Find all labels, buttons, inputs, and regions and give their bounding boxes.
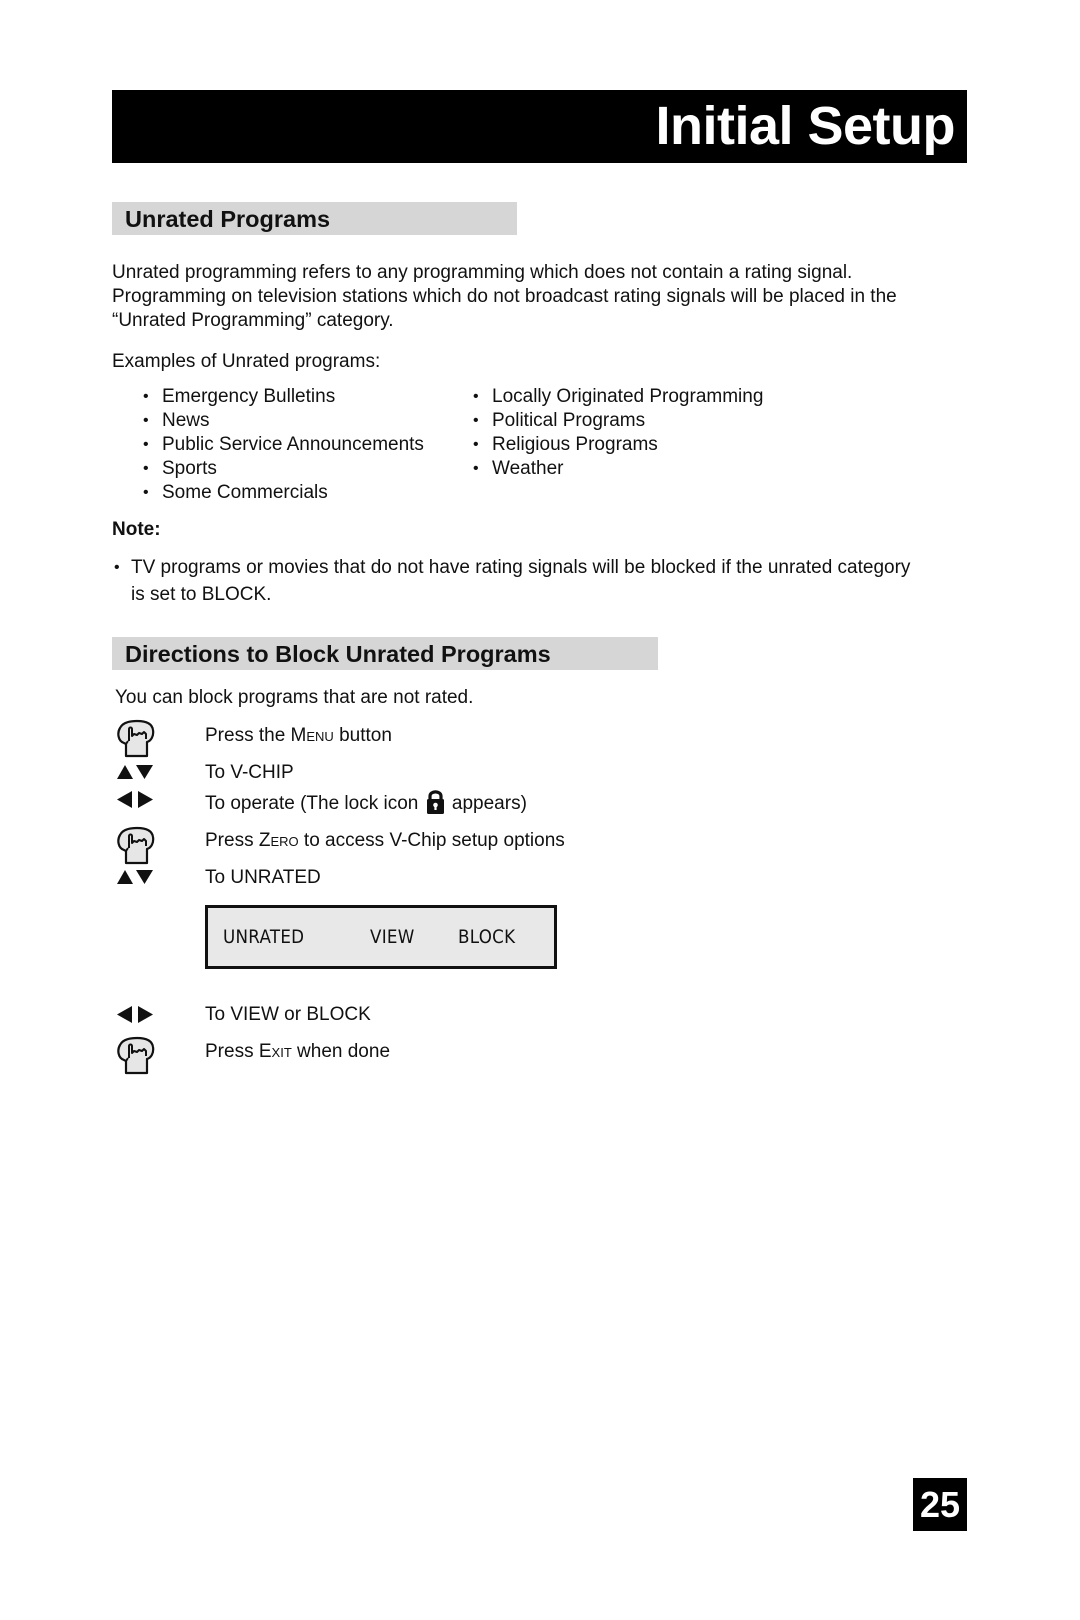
step-unrated: To UNRATED — [205, 866, 321, 890]
bullet: • — [143, 460, 149, 477]
hand-press-icon — [115, 826, 155, 866]
unrated-description: Unrated programming refers to any progra… — [112, 261, 897, 333]
chapter-title: Initial Setup — [655, 96, 955, 156]
left-right-arrows-icon — [117, 1006, 153, 1023]
hand-press-icon — [115, 719, 155, 759]
directions-intro: You can block programs that are not rate… — [115, 687, 474, 708]
list-item: Public Service Announcements — [162, 434, 424, 455]
chapter-header-bar: Initial Setup — [112, 90, 967, 163]
step-zero: Press Zero to access V-Chip setup option… — [205, 829, 565, 853]
step-exit: Press Exit when done — [205, 1040, 390, 1064]
page-number: 25 — [913, 1478, 967, 1531]
osd-label-unrated: UNRATED — [223, 926, 305, 948]
step-text-post: when done — [291, 1041, 391, 1062]
key-name-zero: Zero — [258, 830, 299, 851]
bullet: • — [114, 559, 120, 576]
note-line: TV programs or movies that do not have r… — [131, 557, 911, 578]
key-name-menu: Menu — [290, 725, 334, 746]
note-line: is set to BLOCK. — [131, 584, 272, 605]
section-heading-unrated: Unrated Programs — [112, 202, 517, 235]
step-text-pre: Press the — [205, 725, 291, 746]
lock-icon — [426, 790, 444, 814]
bullet: • — [143, 412, 149, 429]
list-item: Emergency Bulletins — [162, 386, 336, 407]
step-text-pre: Press — [205, 830, 259, 851]
examples-list-left: • Emergency Bulletins • News • Public Se… — [140, 385, 460, 515]
list-item: Weather — [492, 458, 564, 479]
bullet: • — [473, 388, 479, 405]
bullet: • — [143, 436, 149, 453]
examples-label: Examples of Unrated programs: — [112, 351, 381, 372]
step-view-block: To VIEW or BLOCK — [205, 1003, 371, 1027]
osd-menu-display: UNRATED VIEW BLOCK — [205, 905, 557, 969]
list-item: News — [162, 410, 210, 431]
osd-option-view: VIEW — [370, 926, 415, 948]
section-heading-unrated-text: Unrated Programs — [125, 206, 331, 232]
step-menu: Press the Menu button — [205, 724, 392, 748]
step-text-post: appears) — [446, 793, 527, 814]
section-heading-directions: Directions to Block Unrated Programs — [112, 637, 658, 670]
step-text-pre: To UNRATED — [205, 867, 321, 888]
step-text-pre: Press — [205, 1041, 259, 1062]
up-down-arrows-icon — [117, 765, 153, 779]
step-text-pre: To V-CHIP — [205, 762, 294, 783]
note-label: Note: — [112, 519, 161, 540]
step-text-post: button — [333, 725, 392, 746]
step-text-pre: To VIEW or BLOCK — [205, 1004, 371, 1025]
bullet: • — [473, 412, 479, 429]
bullet: • — [143, 388, 149, 405]
key-name-exit: Exit — [258, 1041, 292, 1062]
description-line: Unrated programming refers to any progra… — [112, 262, 853, 283]
left-right-arrows-icon — [117, 791, 153, 808]
step-vchip: To V-CHIP — [205, 761, 294, 785]
examples-list-right: • Locally Originated Programming • Polit… — [470, 385, 810, 495]
description-line: “Unrated Programming” category. — [112, 310, 394, 331]
up-down-arrows-icon — [117, 870, 153, 884]
hand-press-icon — [115, 1036, 155, 1076]
step-text-pre: To operate (The lock icon — [205, 793, 424, 814]
list-item: Political Programs — [492, 410, 646, 431]
bullet: • — [473, 436, 479, 453]
bullet: • — [143, 484, 149, 501]
list-item: Locally Originated Programming — [492, 386, 764, 407]
osd-option-block: BLOCK — [458, 926, 516, 948]
bullet: • — [473, 460, 479, 477]
step-text-post: to access V-Chip setup options — [298, 830, 565, 851]
description-line: Programming on television stations which… — [112, 286, 897, 307]
list-item: Sports — [162, 458, 217, 479]
list-item: Religious Programs — [492, 434, 658, 455]
list-item: Some Commercials — [162, 482, 328, 503]
section-heading-directions-text: Directions to Block Unrated Programs — [125, 641, 551, 667]
step-operate: To operate (The lock icon appears) — [205, 789, 527, 816]
